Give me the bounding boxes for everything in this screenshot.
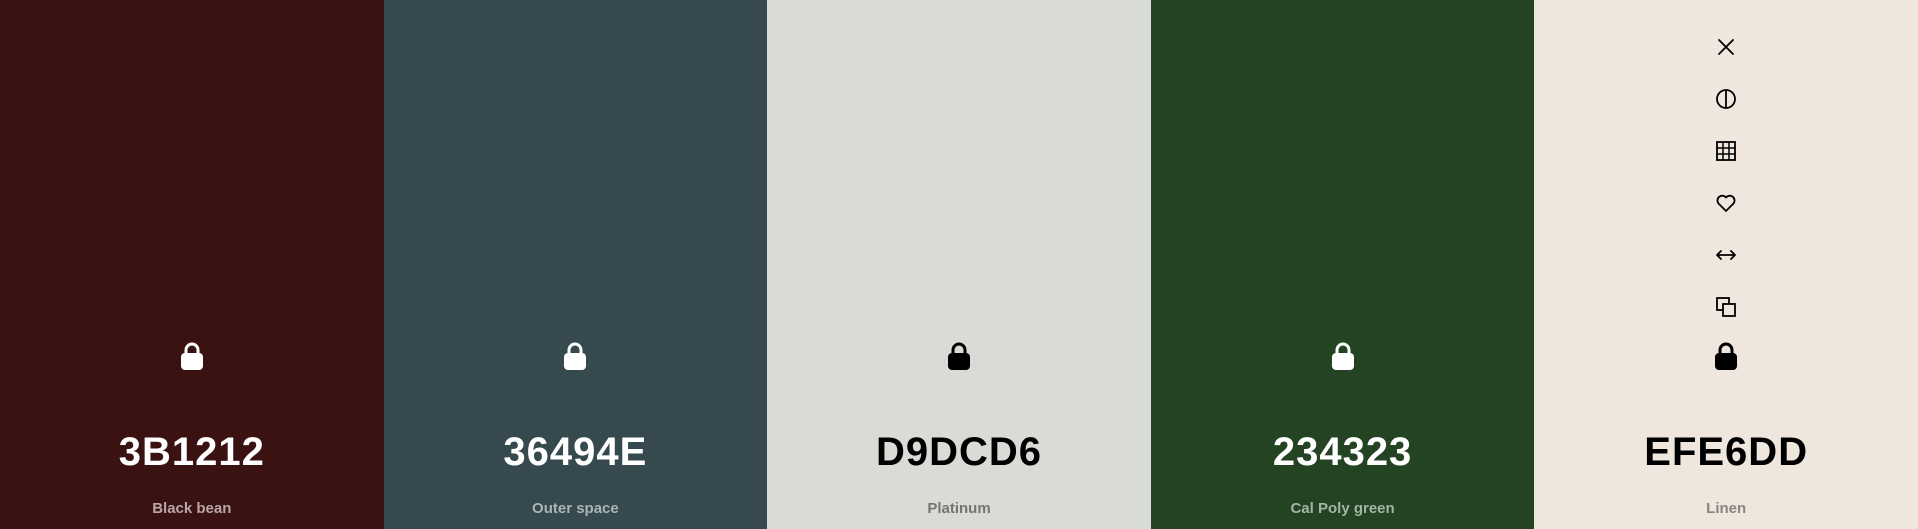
save-color-button[interactable] (1709, 186, 1743, 220)
color-name: Outer space (532, 500, 619, 517)
copy-icon (1716, 297, 1737, 317)
color-name: Black bean (152, 500, 232, 517)
lock-icon[interactable] (946, 341, 972, 371)
remove-color-button[interactable] (1709, 30, 1743, 64)
copy-hex-button[interactable] (1709, 290, 1743, 324)
lock-icon[interactable] (1713, 341, 1739, 371)
color-hex-code[interactable]: 234323 (1151, 422, 1535, 482)
swatch-black-bean[interactable]: 3B1212 Black bean (0, 0, 384, 529)
lock-icon[interactable] (1330, 341, 1356, 371)
color-hex-code[interactable]: 36494E (384, 422, 768, 482)
lock-icon[interactable] (179, 341, 205, 371)
swatch-cal-poly-green[interactable]: 234323 Cal Poly green (1150, 0, 1535, 529)
swatch-linen[interactable]: EFE6DD Linen (1534, 0, 1918, 529)
color-name: Cal Poly green (1290, 500, 1395, 517)
view-shades-button[interactable] (1709, 82, 1743, 116)
color-hex-code[interactable]: EFE6DD (1534, 422, 1918, 482)
drag-button[interactable] (1709, 238, 1743, 272)
color-name: Platinum (927, 500, 991, 517)
close-icon (1718, 39, 1735, 55)
view-grid-button[interactable] (1709, 134, 1743, 168)
swatch-platinum[interactable]: D9DCD6 Platinum (767, 0, 1151, 529)
grid-icon (1716, 141, 1737, 161)
color-hex-code[interactable]: D9DCD6 (767, 422, 1151, 482)
swatch-outer-space[interactable]: 36494E Outer space (383, 0, 768, 529)
contrast-icon (1716, 89, 1737, 109)
arrows-horizontal-icon (1716, 250, 1737, 260)
color-hex-code[interactable]: 3B1212 (0, 422, 384, 482)
lock-icon[interactable] (562, 341, 588, 371)
color-name: Linen (1706, 500, 1747, 517)
heart-icon (1716, 194, 1736, 212)
swatch-toolbar (1709, 30, 1743, 342)
palette: 3B1212 Black bean 36494E Outer space D9D… (0, 0, 1918, 529)
